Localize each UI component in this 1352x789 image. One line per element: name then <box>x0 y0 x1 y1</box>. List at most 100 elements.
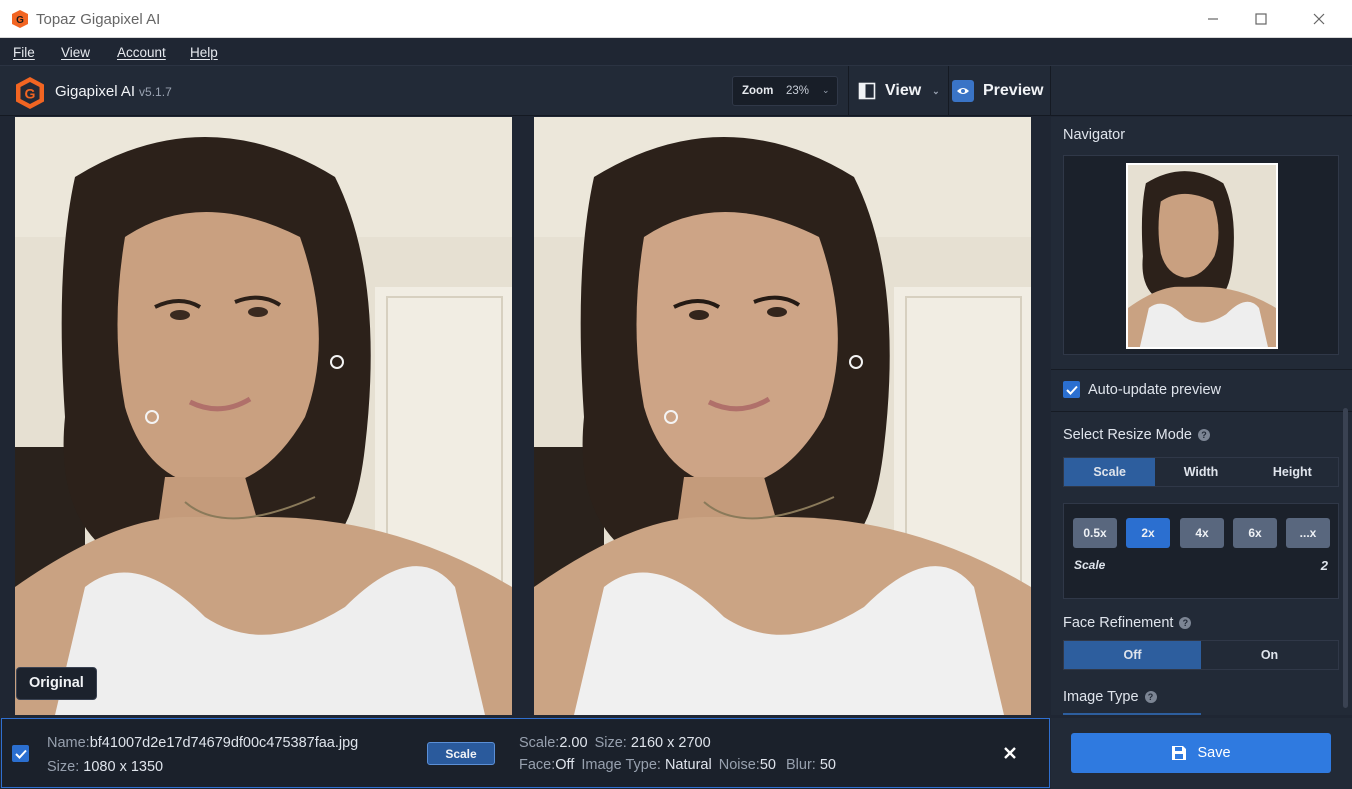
image-type-selector-top <box>1063 713 1201 715</box>
app-version: v5.1.7 <box>139 85 172 99</box>
output-scale: 2.00 <box>559 735 588 751</box>
scale-custom-button[interactable]: ...x <box>1286 518 1330 548</box>
save-button[interactable]: Save <box>1071 733 1331 773</box>
gigapixel-logo-icon: G <box>16 77 44 109</box>
floppy-disk-icon <box>1172 746 1187 760</box>
scale-4x-button[interactable]: 4x <box>1180 518 1224 548</box>
auto-update-label: Auto-update preview <box>1088 381 1221 398</box>
help-icon[interactable]: ? <box>1179 617 1192 629</box>
panel-scrollbar[interactable] <box>1343 408 1348 708</box>
toolbar-divider <box>848 66 849 116</box>
chevron-down-icon: ⌄ <box>932 85 940 96</box>
file-name-line: Name:bf41007d2e17d74679df00c475387faa.jp… <box>47 735 358 751</box>
settings-panel: Navigator Auto-update preview Select Res… <box>1051 117 1352 715</box>
face-refinement-title: Face Refinement ? <box>1063 615 1192 631</box>
preview-toggle[interactable]: Preview <box>952 78 1043 104</box>
original-label: Original <box>16 667 97 700</box>
topaz-logo-icon: G <box>12 10 28 28</box>
help-icon[interactable]: ? <box>1197 429 1210 441</box>
output-size: 2160 x 2700 <box>630 735 711 751</box>
resize-mode-height[interactable]: Height <box>1247 458 1338 486</box>
scale-value: 2 <box>1320 558 1328 573</box>
file-size: 1080 x 1350 <box>83 759 164 775</box>
face-refinement-selector: Off On <box>1063 640 1339 670</box>
file-name: bf41007d2e17d74679df00c475387faa.jpg <box>89 735 359 751</box>
scale-6x-button[interactable]: 6x <box>1233 518 1277 548</box>
file-size-key: Size: <box>47 759 80 775</box>
close-window-button[interactable] <box>1296 0 1342 38</box>
resize-mode-scale[interactable]: Scale <box>1064 458 1156 486</box>
image-type-title-text: Image Type <box>1063 689 1139 705</box>
image-type-value: Natural <box>664 757 712 773</box>
resize-mode-width[interactable]: Width <box>1155 458 1246 486</box>
toolbar-divider <box>948 66 949 116</box>
menu-file[interactable]: File <box>13 45 35 60</box>
original-image-pane[interactable] <box>15 117 512 715</box>
preview-photo <box>534 117 1031 715</box>
navigator[interactable] <box>1063 155 1339 355</box>
scale-0.5x-button[interactable]: 0.5x <box>1073 518 1117 548</box>
minimize-icon <box>1208 18 1218 20</box>
menu-view[interactable]: View <box>61 45 90 60</box>
file-size-line: Size: 1080 x 1350 <box>47 759 163 775</box>
scale-label: Scale <box>1074 558 1106 572</box>
resize-mode-title-text: Select Resize Mode <box>1063 427 1192 443</box>
scale-options-box: 0.5x 2x 4x 6x ...x Scale 2 <box>1063 503 1339 599</box>
svg-text:G: G <box>16 15 24 26</box>
zoom-label: Zoom <box>742 85 774 97</box>
view-label: View <box>885 82 922 99</box>
maximize-button[interactable] <box>1238 0 1284 38</box>
face-refinement-title-text: Face Refinement <box>1063 615 1174 631</box>
file-name-key: Name: <box>47 735 90 751</box>
split-view-icon <box>858 82 876 100</box>
image-type-title: Image Type ? <box>1063 689 1157 705</box>
face-refinement-off[interactable]: Off <box>1064 641 1201 669</box>
face-key: Face: <box>519 757 556 773</box>
app-brand: Gigapixel AI v5.1.7 <box>55 83 172 100</box>
minimize-button[interactable] <box>1190 0 1236 38</box>
chevron-down-icon: ⌄ <box>822 85 830 95</box>
navigator-title: Navigator <box>1063 127 1125 143</box>
output-info-line1: Scale:2.00 Size: 2160 x 2700 <box>519 735 711 751</box>
navigator-title-text: Navigator <box>1063 127 1126 143</box>
face-refinement-on[interactable]: On <box>1201 641 1338 669</box>
close-icon <box>1313 13 1325 25</box>
noise-key: Noise: <box>718 757 760 773</box>
zoom-value: 23% <box>786 85 810 97</box>
navigator-thumbnail <box>1128 165 1276 347</box>
menu-bar: File View Account Help <box>0 38 1352 66</box>
zoom-dropdown[interactable]: Zoom 23% ⌄ <box>732 76 838 106</box>
blur-value: 50 <box>819 757 836 773</box>
file-list-row[interactable]: Name:bf41007d2e17d74679df00c475387faa.jp… <box>1 718 1050 788</box>
toolbar-divider <box>1050 66 1051 116</box>
blur-key: Blur: <box>786 757 816 773</box>
menu-help[interactable]: Help <box>190 45 218 60</box>
maximize-icon <box>1255 13 1267 25</box>
eye-icon <box>952 80 974 102</box>
checkbox-checked-icon <box>1063 381 1080 398</box>
svg-text:G: G <box>25 86 36 102</box>
divider <box>1051 369 1352 370</box>
auto-update-checkbox[interactable]: Auto-update preview <box>1063 381 1221 398</box>
preview-image-pane[interactable] <box>534 117 1031 715</box>
window-title: Topaz Gigapixel AI <box>36 11 161 28</box>
toolbar: G Gigapixel AI v5.1.7 Zoom 23% ⌄ View ⌄ P… <box>0 66 1352 116</box>
output-size-key: Size: <box>594 735 627 751</box>
face-value: Off <box>555 757 575 773</box>
output-info-line2: Face:Off Image Type: Natural Noise:50 Bl… <box>519 757 836 773</box>
resize-mode-selector: Scale Width Height <box>1063 457 1339 487</box>
original-photo <box>15 117 512 715</box>
resize-mode-title: Select Resize Mode ? <box>1063 427 1210 443</box>
navigator-viewport[interactable] <box>1126 163 1278 349</box>
help-icon[interactable]: ? <box>1144 691 1157 703</box>
menu-account[interactable]: Account <box>117 45 166 60</box>
scale-2x-button[interactable]: 2x <box>1126 518 1170 548</box>
view-mode-button[interactable]: View ⌄ <box>858 78 940 104</box>
mode-tag: Scale <box>427 742 495 765</box>
noise-value: 50 <box>759 757 776 773</box>
remove-file-icon[interactable] <box>1002 745 1018 761</box>
preview-label: Preview <box>983 82 1044 99</box>
save-area: Save <box>1051 718 1352 789</box>
output-scale-key: Scale: <box>519 735 560 751</box>
file-select-checkbox[interactable] <box>12 745 29 762</box>
